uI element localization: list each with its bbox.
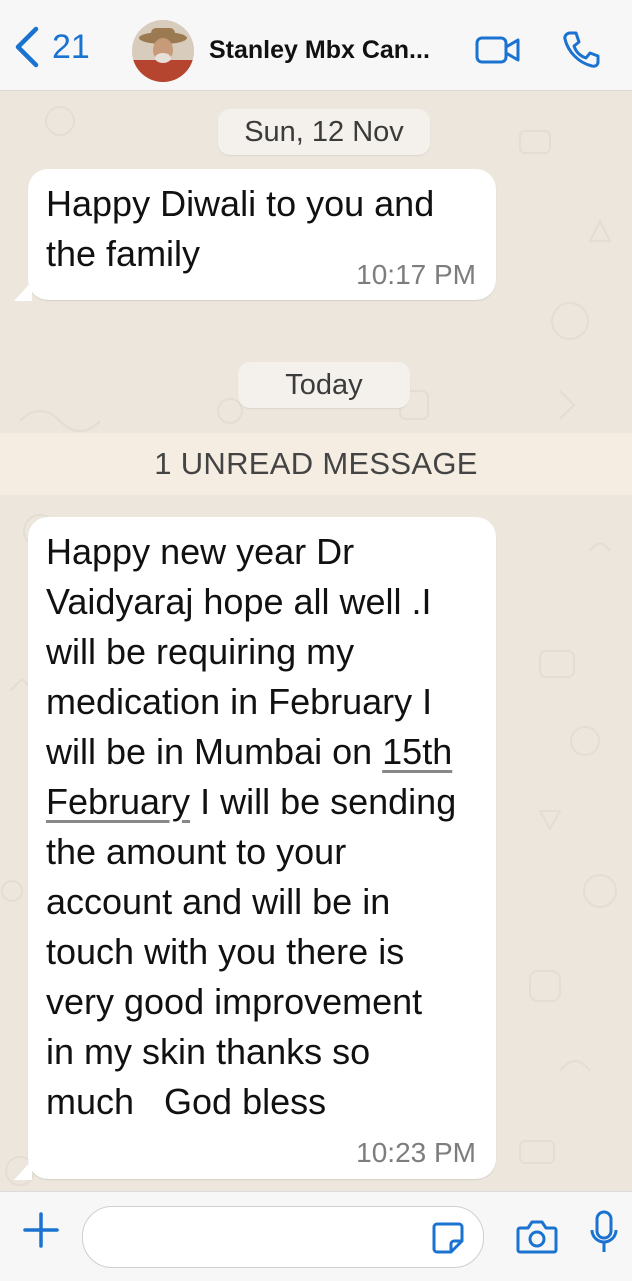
contact-name[interactable]: Stanley Mbx Can... [209, 36, 459, 65]
composer-bar [0, 1191, 632, 1281]
camera-icon[interactable] [516, 1218, 558, 1254]
chat-header: 21 Stanley Mbx Can... [0, 0, 632, 91]
date-link[interactable]: February [46, 781, 190, 822]
bubble-tail [14, 281, 32, 301]
message-time: 10:23 PM [356, 1137, 476, 1168]
unread-chats-count: 21 [52, 27, 90, 66]
date-link[interactable]: 15th [382, 731, 452, 772]
date-separator: Sun, 12 Nov [218, 109, 430, 155]
phone-icon[interactable] [562, 30, 600, 70]
bubble-tail [14, 1160, 32, 1180]
microphone-icon[interactable] [590, 1210, 618, 1256]
message-time: 10:17 PM [356, 259, 476, 290]
message-text: Happy new year Dr Vaidyaraj hope all wel… [46, 531, 457, 1122]
back-button[interactable]: 21 [12, 24, 90, 70]
message-bubble[interactable]: Happy Diwali to you and the family 10:17… [28, 169, 496, 300]
unread-messages-banner: 1 UNREAD MESSAGE [0, 433, 632, 495]
message-input[interactable] [82, 1206, 484, 1268]
date-separator: Today [238, 362, 410, 408]
sticker-icon[interactable] [431, 1221, 465, 1255]
plus-icon[interactable] [22, 1211, 60, 1249]
video-camera-icon[interactable] [474, 33, 522, 67]
chat-area[interactable]: Sun, 12 Nov Happy Diwali to you and the … [0, 91, 632, 1191]
message-bubble[interactable]: Happy new year Dr Vaidyaraj hope all wel… [28, 517, 496, 1179]
avatar[interactable] [132, 20, 194, 82]
chevron-left-icon [15, 26, 39, 68]
